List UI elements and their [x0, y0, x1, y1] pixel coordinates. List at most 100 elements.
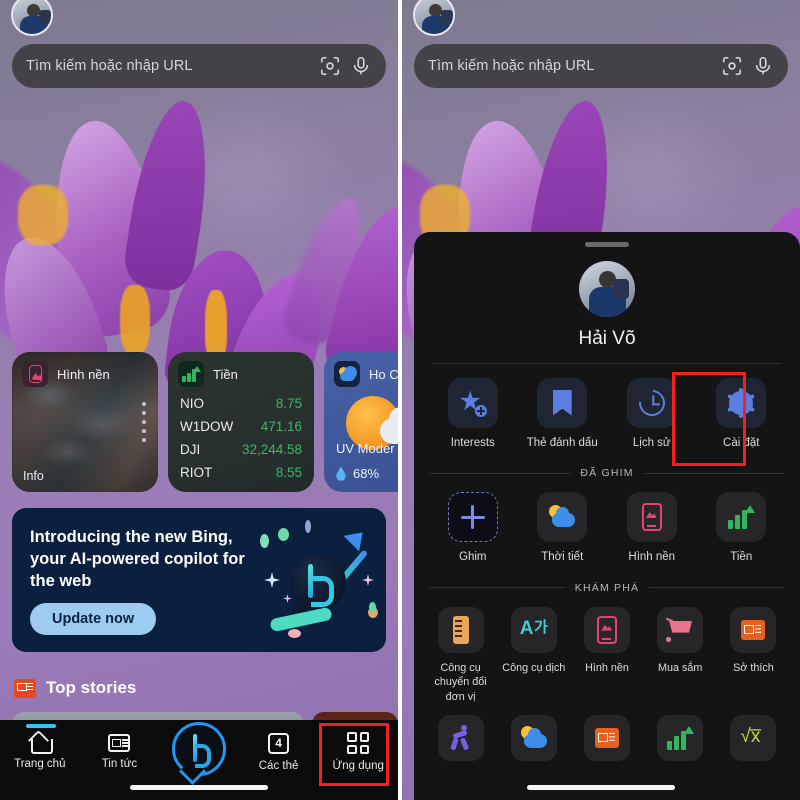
explore-item-unit-converter[interactable]: Công cụ chuyển đổi đơn vị [424, 606, 497, 705]
nav-item-tabs[interactable]: 4 Các thẻ [239, 720, 319, 784]
home-icon [29, 734, 53, 754]
explore-item-wallpaper[interactable]: Hình nền [570, 606, 643, 705]
water-drop-icon [336, 466, 346, 481]
system-home-indicator [130, 785, 268, 790]
humidity-value: 68% [353, 466, 380, 481]
microphone-icon[interactable] [350, 55, 372, 77]
explore-grid-row2: √x̅ [414, 705, 800, 761]
drag-handle[interactable] [585, 242, 629, 247]
profile-avatar[interactable] [579, 260, 635, 317]
search-input[interactable]: Tìm kiếm hoặc nhập URL [26, 58, 310, 74]
pinned-item-weather[interactable]: Thời tiết [518, 492, 608, 566]
highlight-box-apps [319, 723, 389, 786]
avatar-object [441, 10, 453, 24]
nav-label: Các thẻ [258, 759, 299, 772]
pinned-label: Hình nền [628, 551, 676, 564]
search-bar[interactable]: Tìm kiếm hoặc nhập URL [12, 44, 386, 88]
quick-action-label: Thẻ đánh dấu [526, 436, 598, 449]
translate-icon: A가 [510, 606, 557, 653]
humidity-row: 68% [336, 466, 379, 481]
explore-item-stocks[interactable] [644, 714, 717, 761]
pinned-label: Tiền [730, 551, 753, 564]
explore-item-interests[interactable]: Sở thích [717, 606, 790, 705]
nav-label: Tin tức [101, 758, 138, 770]
nav-item-home[interactable]: Trang chủ [0, 720, 80, 784]
lens-icon[interactable] [319, 55, 341, 77]
ruler-icon [437, 606, 484, 653]
bookmark-icon [537, 377, 588, 428]
pinned-item-add[interactable]: Ghim [428, 492, 518, 566]
plus-icon [447, 492, 498, 543]
news-icon [584, 714, 630, 761]
explore-label: Mua sắm [658, 661, 703, 674]
bing-promo-card[interactable]: Introducing the new Bing, your AI-powere… [12, 508, 386, 652]
profile-name: Hải Võ [578, 327, 636, 349]
weather-icon [510, 714, 557, 761]
stocks-icon [657, 714, 704, 761]
stock-symbol: W1DOW [180, 419, 234, 434]
lens-icon[interactable] [721, 55, 743, 77]
news-icon [14, 678, 36, 698]
stock-row: DJI 32,244.58 [180, 442, 302, 457]
avatar-object [39, 10, 51, 24]
active-indicator [26, 724, 56, 728]
widget-title: Tiền [213, 366, 238, 382]
widget-header: Ho C [334, 361, 398, 387]
stock-symbol: DJI [180, 442, 201, 457]
pinned-section-label: ĐÃ GHIM [580, 467, 634, 480]
pinned-item-wallpaper[interactable]: Hình nền [607, 492, 697, 566]
screenshot-stage: Tìm kiếm hoặc nhập URL Hình nền Info Tiề… [0, 0, 800, 800]
explore-item-math[interactable]: √x̅ [717, 714, 790, 761]
pinned-label: Ghim [459, 551, 487, 564]
explore-section-header: KHÁM PHÁ [430, 582, 785, 594]
explore-item-news[interactable] [570, 714, 643, 761]
quick-action-bookmarks[interactable]: Thẻ đánh dấu [518, 377, 608, 452]
quick-action-label: Lịch sử [632, 436, 671, 449]
stock-value: 8.55 [275, 465, 302, 480]
explore-item-translator[interactable]: A가 Công cụ dịch [497, 606, 570, 705]
update-now-button[interactable]: Update now [30, 603, 157, 635]
widget-row: Hình nền Info Tiền NIO 8.75 W1DOW 471.16… [12, 352, 398, 492]
widget-weather[interactable]: Ho C UV Moder 68% [324, 352, 398, 492]
weather-icon [537, 492, 588, 543]
avatar[interactable] [413, 0, 455, 36]
stocks-icon [716, 492, 767, 543]
explore-label: Công cụ dịch [502, 661, 566, 674]
search-input[interactable]: Tìm kiếm hoặc nhập URL [428, 58, 712, 74]
explore-label: Hình nền [585, 661, 629, 674]
nav-item-bing-chat[interactable] [159, 720, 239, 784]
pinned-section-header: ĐÃ GHIM [430, 467, 785, 480]
nav-item-news[interactable]: Tin tức [80, 720, 160, 784]
stock-row: W1DOW 471.16 [180, 419, 302, 434]
widget-wallpaper[interactable]: Hình nền Info [12, 352, 158, 492]
stock-value: 471.16 [260, 419, 302, 434]
stocks-icon [178, 361, 204, 387]
news-icon [108, 734, 131, 752]
quick-action-interests[interactable]: Interests [428, 377, 518, 452]
history-icon [626, 377, 677, 428]
search-bar[interactable]: Tìm kiếm hoặc nhập URL [414, 44, 788, 88]
explore-item-shopping[interactable]: Mua sắm [644, 606, 717, 705]
wallpaper-info-label[interactable]: Info [23, 469, 44, 483]
top-stories-label: Top stories [46, 678, 137, 697]
widget-title: Hình nền [57, 366, 110, 382]
wallpaper-icon [22, 361, 48, 387]
microphone-icon[interactable] [752, 55, 774, 77]
widget-header: Hình nền [22, 361, 110, 387]
explore-item-weather[interactable] [497, 714, 570, 761]
promo-headline: Introducing the new Bing, your AI-powere… [30, 528, 245, 591]
weather-icon [334, 361, 360, 387]
widget-money[interactable]: Tiền NIO 8.75 W1DOW 471.16 DJI 32,244.58 [168, 352, 314, 492]
avatar[interactable] [11, 0, 53, 36]
highlight-box-settings [672, 372, 746, 466]
stock-value: 8.75 [275, 396, 302, 411]
widget-header: Tiền [178, 361, 238, 387]
pinned-item-money[interactable]: Tiền [697, 492, 787, 566]
wallpaper-dots [142, 402, 146, 442]
tabs-icon: 4 [268, 732, 290, 754]
pinned-label: Thời tiết [541, 551, 584, 564]
cart-icon [657, 606, 704, 653]
explore-grid: Công cụ chuyển đổi đơn vị A가 Công cụ dịc… [414, 594, 800, 705]
bing-chat-icon[interactable] [171, 722, 226, 776]
explore-item-fitness[interactable] [424, 714, 497, 761]
